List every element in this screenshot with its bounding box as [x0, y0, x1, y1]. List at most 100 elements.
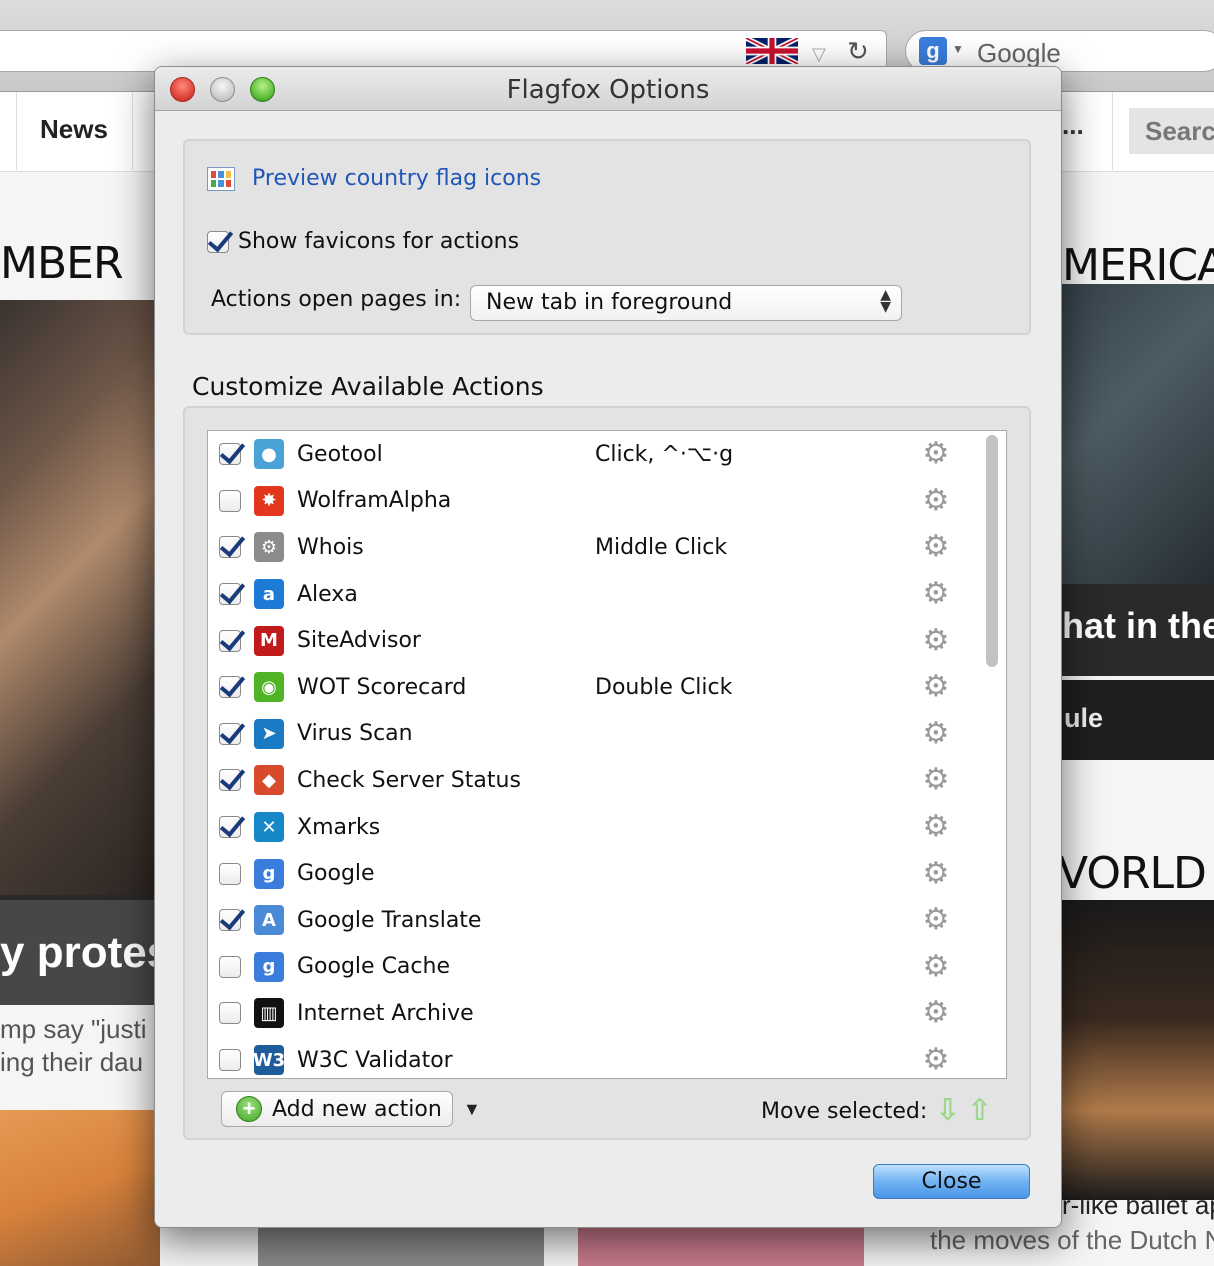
action-row[interactable]: ➤ Virus Scan ⚙: [208, 711, 978, 758]
action-settings-gear-icon[interactable]: ⚙: [920, 950, 952, 983]
action-row[interactable]: ▥ Internet Archive ⚙: [208, 990, 978, 1037]
show-favicons-label: Show favicons for actions: [238, 229, 520, 254]
actions-open-value: New tab in foreground: [486, 290, 733, 315]
google-translate-icon: A: [254, 905, 284, 936]
show-favicons-checkbox[interactable]: [207, 230, 229, 253]
w3c-icon: W3: [253, 1045, 285, 1076]
site-search-button[interactable]: Searc: [1129, 108, 1214, 154]
scrollbar-thumb[interactable]: [986, 435, 998, 667]
close-button[interactable]: Close: [873, 1164, 1030, 1199]
google-cache-icon: g: [254, 951, 284, 982]
preview-flags-link[interactable]: Preview country flag icons: [252, 166, 541, 191]
action-enabled-checkbox[interactable]: [219, 862, 241, 885]
action-settings-gear-icon[interactable]: ⚙: [920, 764, 952, 796]
action-name: Google Translate: [297, 907, 482, 933]
actions-open-select[interactable]: New tab in foreground ▲ ▼: [470, 285, 902, 321]
caption-right-2[interactable]: ule: [1064, 703, 1103, 734]
action-enabled-checkbox[interactable]: [219, 1002, 241, 1025]
section-heading-left: MBER: [0, 238, 124, 289]
action-row[interactable]: A Google Translate ⚙: [208, 897, 978, 944]
caption-right[interactable]: hat in the: [1062, 605, 1214, 647]
action-enabled-checkbox[interactable]: [219, 955, 241, 978]
action-enabled-checkbox[interactable]: [219, 583, 241, 606]
preview-flags-row[interactable]: Preview country flag icons: [207, 166, 541, 191]
move-selected-label: Move selected:: [761, 1099, 928, 1124]
action-settings-gear-icon[interactable]: ⚙: [920, 997, 952, 1029]
action-name: SiteAdvisor: [297, 628, 421, 654]
action-settings-gear-icon[interactable]: ⚙: [920, 811, 952, 843]
action-row[interactable]: M SiteAdvisor ⚙: [208, 617, 978, 664]
action-enabled-checkbox[interactable]: [219, 676, 241, 699]
actions-open-label: Actions open pages in:: [211, 287, 462, 312]
caption-left[interactable]: y protes: [0, 928, 171, 978]
action-name: Google Cache: [297, 954, 450, 980]
actions-scrollbar[interactable]: [983, 435, 999, 1075]
action-name: Whois: [297, 534, 364, 560]
action-settings-gear-icon[interactable]: ⚙: [920, 484, 952, 517]
actions-list-inner: ● Geotool Click, ^·⌥·g ⚙ ✸ WolframAlpha ⚙ ⚙ Whoi…: [208, 431, 978, 1078]
wot-ring-icon: ◉: [254, 672, 284, 703]
news-photo-desert[interactable]: [0, 1110, 160, 1266]
add-action-menu-icon[interactable]: ▼: [463, 1099, 481, 1120]
section-title: Customize Available Actions: [192, 372, 544, 401]
action-row[interactable]: ✕ Xmarks ⚙: [208, 804, 978, 851]
move-up-icon[interactable]: ⇧: [967, 1093, 992, 1128]
whois-gear-icon: ⚙: [254, 532, 284, 563]
alexa-icon: a: [254, 579, 284, 610]
action-row[interactable]: ● Geotool Click, ^·⌥·g ⚙: [208, 431, 978, 478]
action-row[interactable]: a Alexa ⚙: [208, 571, 978, 618]
action-settings-gear-icon[interactable]: ⚙: [920, 438, 952, 470]
google-icon: g: [254, 858, 284, 889]
news-photo-right[interactable]: [1058, 284, 1214, 584]
action-name: Internet Archive: [297, 1000, 474, 1026]
action-settings-gear-icon[interactable]: ⚙: [920, 717, 952, 750]
action-enabled-checkbox[interactable]: [219, 769, 241, 792]
action-settings-gear-icon[interactable]: ⚙: [920, 1044, 952, 1076]
actions-open-row: Actions open pages in:: [211, 287, 461, 312]
google-search-engine-icon[interactable]: g: [919, 37, 947, 65]
action-enabled-checkbox[interactable]: [219, 816, 241, 839]
thumb-car[interactable]: [258, 1228, 544, 1266]
teaser-left-1: mp say "justi: [0, 1014, 147, 1044]
action-enabled-checkbox[interactable]: [219, 722, 241, 745]
action-row[interactable]: W3 W3C Validator ⚙: [208, 1037, 978, 1078]
globe-pin-icon: ●: [254, 439, 284, 470]
dialog-title: Flagfox Options: [506, 75, 710, 105]
action-shortcut: Middle Click: [595, 534, 728, 560]
action-settings-gear-icon[interactable]: ⚙: [920, 531, 952, 563]
add-new-action-label: Add new action: [272, 1096, 442, 1122]
flag-grid-icon: [207, 166, 235, 191]
action-row[interactable]: ◆ Check Server Status ⚙: [208, 757, 978, 804]
action-enabled-checkbox[interactable]: [219, 1049, 241, 1072]
action-enabled-checkbox[interactable]: [219, 629, 241, 652]
news-photo-ballet[interactable]: [1058, 900, 1214, 1200]
uk-flag-icon[interactable]: [746, 38, 798, 64]
search-engine-dropdown-icon[interactable]: ▼: [952, 42, 964, 56]
action-enabled-checkbox[interactable]: [219, 909, 241, 932]
action-settings-gear-icon[interactable]: ⚙: [920, 857, 952, 890]
action-row[interactable]: ✸ WolframAlpha ⚙: [208, 478, 978, 525]
action-name: Check Server Status: [297, 767, 521, 793]
reload-icon[interactable]: ↻: [847, 36, 869, 67]
action-enabled-checkbox[interactable]: [219, 489, 241, 512]
add-new-action-button[interactable]: + Add new action: [221, 1091, 453, 1127]
actions-list[interactable]: ● Geotool Click, ^·⌥·g ⚙ ✸ WolframAlpha ⚙ ⚙ Whoi…: [207, 430, 1007, 1079]
action-enabled-checkbox[interactable]: [219, 443, 241, 466]
action-settings-gear-icon[interactable]: ⚙: [920, 578, 952, 610]
show-favicons-row[interactable]: Show favicons for actions: [207, 229, 519, 254]
nav-news[interactable]: News: [16, 92, 133, 170]
nav-more[interactable]: ...: [1062, 110, 1084, 141]
action-settings-gear-icon[interactable]: ⚙: [920, 624, 952, 657]
action-row[interactable]: g Google ⚙: [208, 850, 978, 897]
thumb-people[interactable]: [578, 1228, 864, 1266]
url-dropdown-icon[interactable]: ▽: [812, 44, 826, 65]
action-settings-gear-icon[interactable]: ⚙: [920, 671, 952, 703]
action-row[interactable]: ◉ WOT Scorecard Double Click ⚙: [208, 664, 978, 711]
news-photo-left[interactable]: [0, 300, 160, 900]
dialog-titlebar[interactable]: Flagfox Options: [155, 67, 1061, 111]
action-settings-gear-icon[interactable]: ⚙: [920, 904, 952, 936]
action-enabled-checkbox[interactable]: [219, 536, 241, 559]
move-down-icon[interactable]: ⇩: [935, 1093, 960, 1128]
action-row[interactable]: g Google Cache ⚙: [208, 944, 978, 991]
action-row[interactable]: ⚙ Whois Middle Click ⚙: [208, 524, 978, 571]
